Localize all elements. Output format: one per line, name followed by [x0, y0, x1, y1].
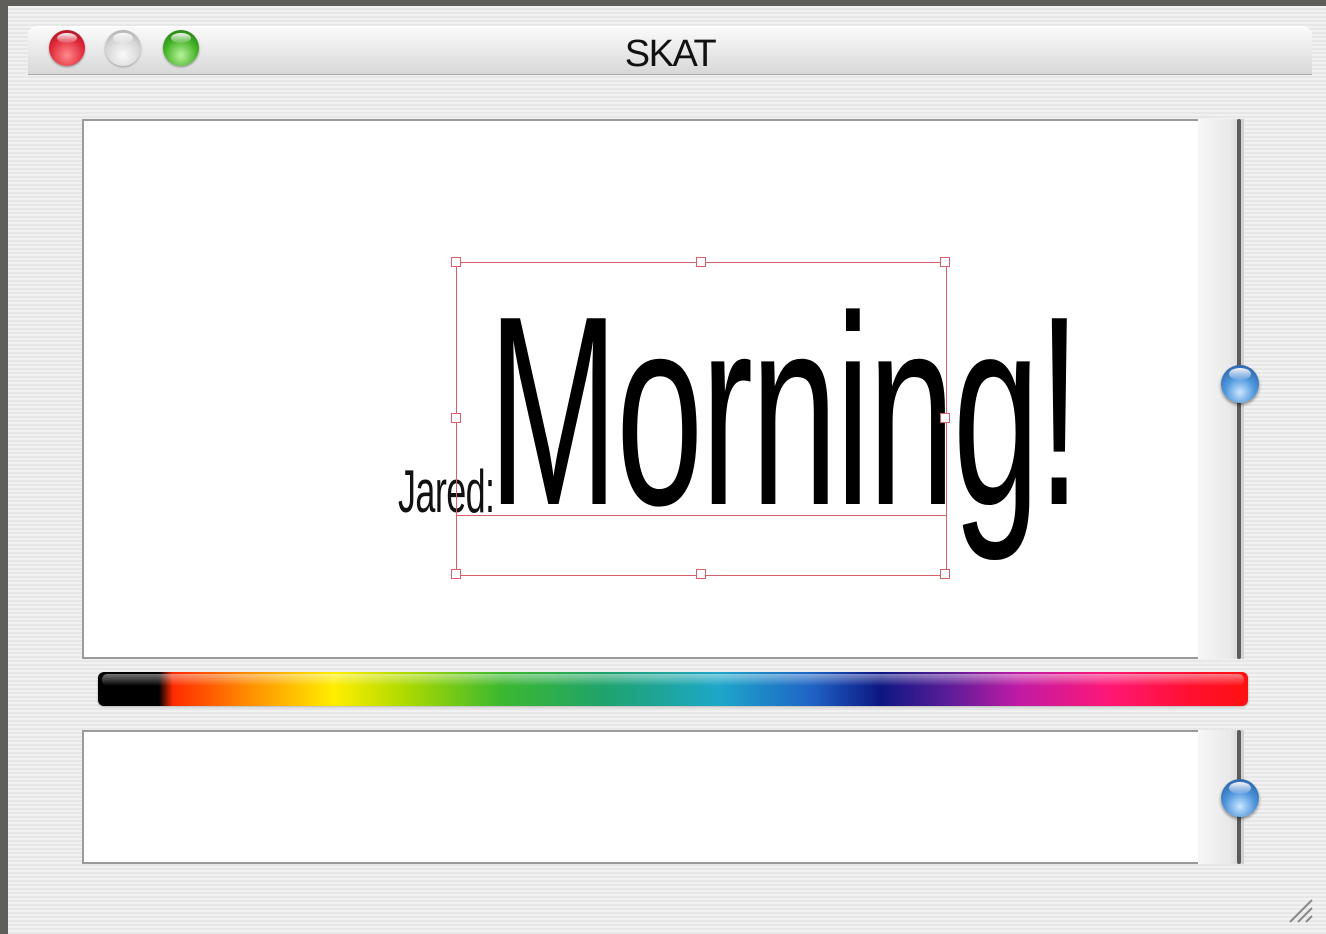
resize-handle-top-left[interactable] — [451, 257, 461, 267]
color-spectrum-bar[interactable] — [98, 672, 1248, 706]
resize-handle-top-center[interactable] — [696, 257, 706, 267]
message-input-area[interactable] — [82, 730, 1200, 864]
resize-handle-bottom-left[interactable] — [451, 569, 461, 579]
title-bar[interactable]: SKAT — [28, 26, 1312, 75]
app-window: SKAT Jared: Morning! — [8, 6, 1326, 934]
zoom-button[interactable] — [163, 30, 199, 66]
resize-handle-bottom-right[interactable] — [940, 569, 950, 579]
resize-handle-middle-left[interactable] — [451, 413, 461, 423]
selection-baseline — [456, 515, 946, 516]
resize-grip-icon[interactable] — [1284, 894, 1314, 924]
minimize-button[interactable] — [105, 30, 141, 66]
size-slider-knob[interactable] — [1221, 365, 1259, 403]
selection-box[interactable] — [456, 262, 947, 576]
resize-handle-middle-right[interactable] — [940, 413, 950, 423]
chat-canvas[interactable]: Jared: Morning! — [82, 119, 1200, 659]
resize-handle-bottom-center[interactable] — [696, 569, 706, 579]
close-button[interactable] — [49, 30, 85, 66]
resize-handle-top-right[interactable] — [940, 257, 950, 267]
window-title: SKAT — [624, 33, 717, 75]
input-slider-knob[interactable] — [1221, 779, 1259, 817]
